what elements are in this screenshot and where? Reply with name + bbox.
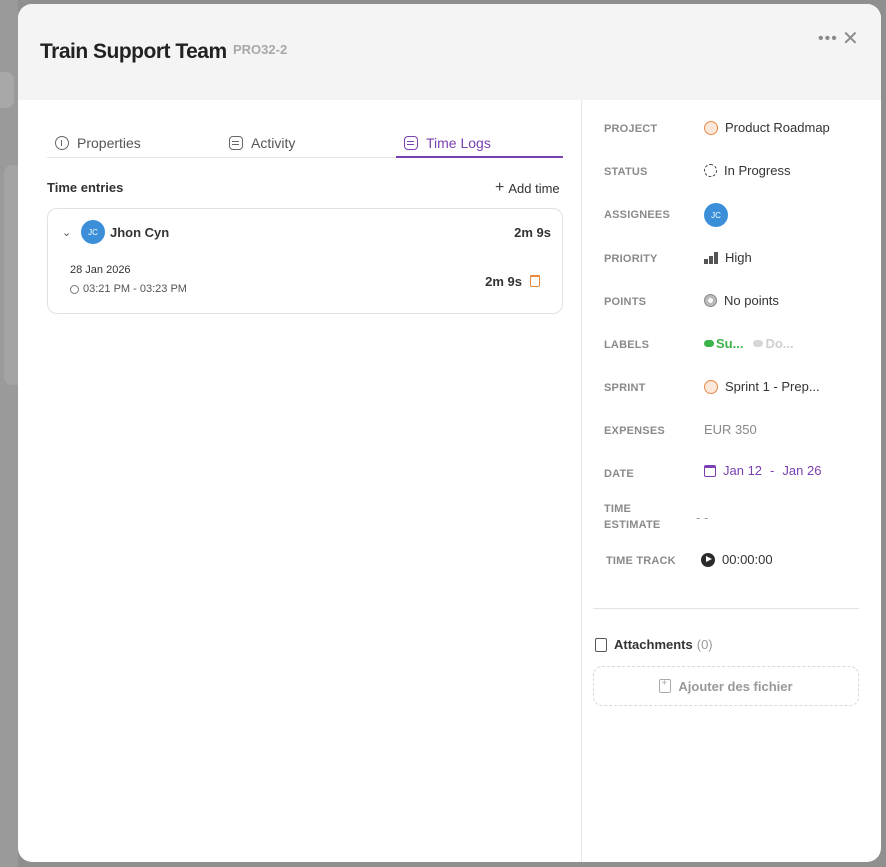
entry-duration: 2m 9s — [485, 274, 522, 289]
tab-label: Properties — [77, 134, 141, 151]
entry-time-range: 03:21 PM - 03:23 PM — [70, 283, 187, 295]
project-label: PROJECT — [604, 123, 658, 135]
list-icon — [404, 135, 418, 150]
time-track-label: TIME TRACK — [606, 555, 676, 567]
clock-icon — [70, 284, 79, 294]
entry-total-time: 2m 9s — [514, 225, 551, 240]
time-entry-card: ⌄ JC Jhon Cyn 2m 9s 28 Jan 2026 03:21 PM… — [47, 208, 563, 314]
entry-date: 28 Jan 2026 — [70, 264, 131, 276]
priority-label: PRIORITY — [604, 253, 658, 265]
time-track-value[interactable]: 00:00:00 — [701, 552, 773, 567]
tab-activity[interactable]: Activity — [229, 127, 295, 158]
label-dot — [753, 340, 764, 347]
date-value[interactable]: Jan 12 - Jan 26 — [704, 463, 821, 478]
avatar: JC — [81, 220, 105, 244]
label-text: Su... — [716, 336, 744, 351]
plus-icon: + — [495, 179, 505, 196]
modal-header: Train Support Team PRO32-2 ••• ✕ — [18, 4, 881, 100]
trash-icon[interactable] — [530, 275, 540, 287]
status-value[interactable]: In Progress — [704, 163, 790, 178]
section-divider — [593, 608, 859, 609]
play-icon[interactable] — [701, 552, 715, 567]
calendar-icon — [704, 464, 716, 477]
priority-value[interactable]: High — [704, 250, 752, 265]
tab-time-logs[interactable]: Time Logs — [404, 127, 491, 158]
entry-range-text: 03:21 PM - 03:23 PM — [83, 283, 187, 295]
close-icon[interactable]: ✕ — [842, 26, 859, 51]
tab-label: Time Logs — [426, 134, 491, 151]
date-label: DATE — [604, 468, 634, 480]
task-title: Train Support Team — [40, 40, 227, 63]
tab-properties[interactable]: Properties — [55, 127, 141, 158]
date-separator: - — [770, 463, 775, 478]
project-icon — [704, 120, 718, 135]
expenses-label: EXPENSES — [604, 425, 665, 437]
time-entries-heading: Time entries — [47, 180, 124, 195]
label-chip[interactable]: Do... — [753, 336, 794, 351]
upload-dropzone[interactable]: Ajouter des fichier — [593, 666, 859, 706]
active-tab-indicator — [396, 156, 563, 158]
document-icon — [595, 637, 607, 652]
label-line: TIME — [604, 503, 632, 515]
label-chip[interactable]: Su... — [704, 336, 743, 351]
list-icon — [229, 135, 243, 150]
info-icon — [55, 135, 69, 150]
priority-bars-icon — [704, 251, 718, 264]
attachments-heading: Attachments (0) — [595, 637, 713, 652]
backdrop-panel — [4, 165, 18, 385]
points-label: POINTS — [604, 296, 647, 308]
label-dot — [704, 340, 714, 347]
panel-divider — [581, 100, 582, 862]
add-time-button[interactable]: + Add time — [495, 179, 560, 197]
points-icon — [704, 294, 717, 307]
labels-label: LABELS — [604, 339, 650, 351]
more-horizontal-icon[interactable]: ••• — [818, 30, 838, 48]
time-track-text: 00:00:00 — [722, 552, 773, 567]
backdrop — [0, 0, 18, 867]
chevron-down-icon[interactable]: ⌄ — [62, 226, 71, 239]
entry-user-name: Jhon Cyn — [110, 225, 170, 240]
sprint-icon — [704, 379, 718, 394]
task-code: PRO32-2 — [233, 42, 288, 57]
tab-bar: Properties Activity Time Logs — [47, 127, 563, 158]
label-line: ESTIMATE — [604, 519, 661, 531]
backdrop-panel — [0, 72, 14, 108]
attachments-label: Attachments — [614, 637, 693, 652]
attachments-count: (0) — [696, 637, 713, 652]
task-modal: Train Support Team PRO32-2 ••• ✕ Propert… — [18, 4, 881, 862]
project-value[interactable]: Product Roadmap — [704, 120, 830, 135]
assignees-label: ASSIGNEES — [604, 209, 670, 221]
time-estimate-label: TIME ESTIMATE — [604, 501, 660, 533]
status-text: In Progress — [724, 163, 791, 178]
sprint-text: Sprint 1 - Prep... — [725, 379, 820, 394]
add-time-label: Add time — [508, 180, 560, 196]
tab-label: Activity — [251, 134, 296, 151]
file-plus-icon — [659, 678, 672, 693]
in-progress-icon — [704, 164, 717, 177]
date-end: Jan 26 — [782, 463, 822, 478]
points-value[interactable]: No points — [704, 293, 779, 308]
upload-label: Ajouter des fichier — [678, 678, 793, 694]
sprint-label: SPRINT — [604, 382, 646, 394]
time-estimate-value[interactable]: - - — [696, 510, 708, 525]
priority-text: High — [725, 250, 752, 265]
label-text: Do... — [765, 336, 794, 351]
expenses-value[interactable]: EUR 350 — [704, 422, 757, 437]
points-text: No points — [724, 293, 779, 308]
status-label: STATUS — [604, 166, 648, 178]
date-start: Jan 12 — [723, 463, 763, 478]
labels-value[interactable]: Su... Do... — [704, 336, 804, 351]
project-name: Product Roadmap — [725, 120, 830, 135]
avatar[interactable]: JC — [704, 203, 728, 227]
sprint-value[interactable]: Sprint 1 - Prep... — [704, 379, 820, 394]
